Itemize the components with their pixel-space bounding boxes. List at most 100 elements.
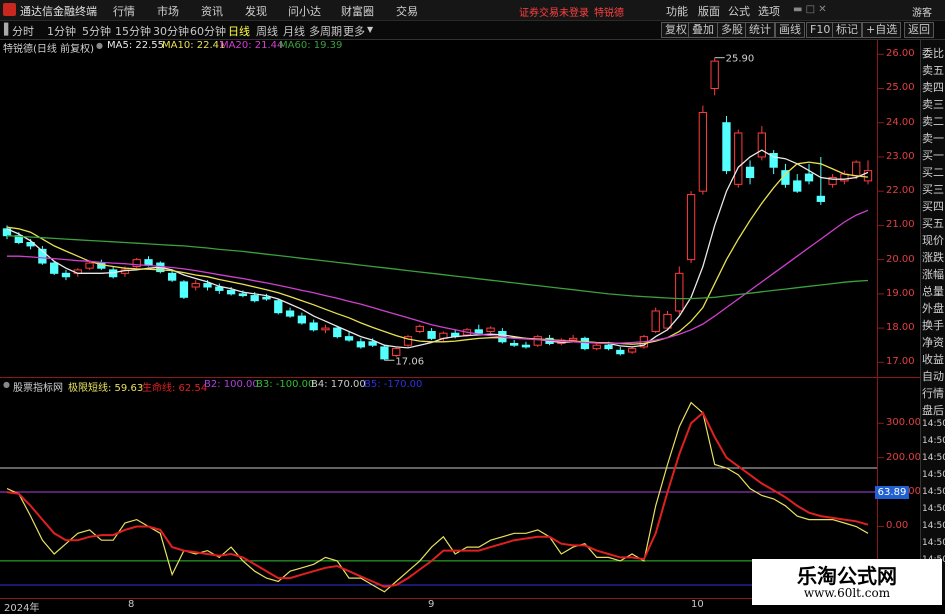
price-axis-label: 19.00 [886,287,915,299]
candle-body [486,327,495,333]
candle-body [863,170,873,182]
candle-body [533,336,542,346]
side-panel-item[interactable]: 14:50 [922,436,945,446]
side-panel-item[interactable]: 卖四 [922,79,944,95]
side-panel-item[interactable]: 卖三 [922,96,944,112]
side-panel-item[interactable]: 盘后 [922,402,944,418]
candle-body [510,342,519,346]
quote-side-panel[interactable]: 委比 卖五 卖四 卖三 卖二 卖一 买一 买二 买三 买四 买五 现价 涨跌 涨幅 总量 外盘 换手 净资 收益 自动… [920,40,945,600]
side-panel-item[interactable]: 14:50 [922,487,945,497]
side-panel-item[interactable]: 自动 [922,368,944,384]
ma-line-ma10 [6,161,869,345]
price-axis-label: 20.00 [886,253,915,265]
candle-body [427,331,436,339]
side-panel-item[interactable]: 14:50 [922,538,945,548]
side-panel-item[interactable]: 委比 [922,45,944,61]
candle-body [309,322,318,331]
side-panel-item[interactable]: 14:50 [922,453,945,463]
candle-body [285,310,295,317]
price-axis-label: 17.00 [886,356,915,368]
candle-body [616,349,625,355]
candle-body [745,166,755,178]
candle-body [203,283,212,288]
candle-body [392,348,401,356]
candle-body [686,194,696,261]
candle-body [604,344,613,350]
candle-body [215,286,224,291]
candle-body [50,262,59,274]
price-axis-label: 25.00 [886,82,915,94]
candle-body [627,348,637,353]
side-panel-item[interactable]: 净资 [922,334,944,350]
candle-body [474,329,483,334]
price-axis-label: 24.00 [886,116,915,128]
price-axis-label: 18.00 [886,322,915,334]
candle-body [238,293,248,297]
candle-body [144,259,153,266]
indicator-axis-label: 300.00 [886,417,921,429]
candle-body [816,195,825,202]
side-panel-item[interactable]: 卖一 [922,130,944,146]
side-panel-item[interactable]: 卖二 [922,113,944,129]
candle-body [521,344,531,348]
side-panel-item[interactable]: 14:50 [922,504,945,514]
short-line [6,401,869,593]
ma-line-ma60 [6,235,869,300]
candle-body [61,272,71,278]
candle-body [793,180,802,192]
side-panel-item[interactable]: 买四 [922,198,944,214]
candle-body [85,262,94,269]
candle-body [321,327,330,331]
side-panel-item[interactable]: 14:50 [922,419,945,429]
candle-body [226,289,236,295]
watermark-url: www.60lt.com [803,586,891,600]
side-panel-item[interactable]: 现价 [922,232,944,248]
side-panel-item[interactable]: 14:50 [922,470,945,480]
time-axis-label: 8 [128,599,135,610]
side-panel-item[interactable]: 涨幅 [922,266,944,282]
ma-line-ma20 [7,209,869,345]
high-price-label: 25.90 [726,54,755,65]
side-panel-item[interactable]: 买二 [922,164,944,180]
side-panel-item[interactable]: 换手 [922,317,944,333]
price-axis-label: 26.00 [886,48,915,60]
candle-body [368,341,377,346]
candle-body [568,337,578,341]
side-panel-item[interactable]: 总量 [922,283,944,299]
candle-body [804,173,814,182]
price-axis-label: 23.00 [886,150,915,162]
time-axis: 2024年 8 9 10 [0,598,880,614]
candle-body [675,272,684,312]
side-panel-item[interactable]: 买五 [922,215,944,231]
chart-canvas[interactable]: 25.90 17.06 [0,0,945,609]
side-panel-item[interactable]: 外盘 [922,300,944,316]
candle-body [592,344,601,350]
candle-body [344,336,354,341]
time-axis-label: 9 [428,599,435,610]
price-chart[interactable]: 25.90 17.06 [2,54,884,368]
candle-body [191,283,200,288]
candle-body [262,296,271,300]
candle-body [757,132,767,158]
side-panel-item[interactable]: 行情 [922,385,944,401]
candle-body [250,295,259,302]
watermark-title: 乐淘公式网 [797,564,897,588]
price-axis-label: 21.00 [886,219,915,231]
time-axis-label: 2024年 [4,603,40,614]
side-panel-item[interactable]: 买三 [922,181,944,197]
candle-body [356,341,365,348]
candle-body [415,325,424,333]
candle-body [380,346,389,360]
side-panel-item[interactable]: 14:50 [922,521,945,531]
candle-body [710,60,719,89]
candle-body [179,281,189,298]
candle-body [852,161,861,177]
candle-body [580,337,590,350]
price-axis-label: 22.00 [886,185,915,197]
side-panel-item[interactable]: 收益 [922,351,944,367]
candle-body [333,327,342,338]
side-panel-item[interactable]: 卖五 [922,62,944,78]
side-panel-item[interactable]: 买一 [922,147,944,163]
low-price-label: 17.06 [395,356,424,367]
side-panel-item[interactable]: 涨跌 [922,249,944,265]
